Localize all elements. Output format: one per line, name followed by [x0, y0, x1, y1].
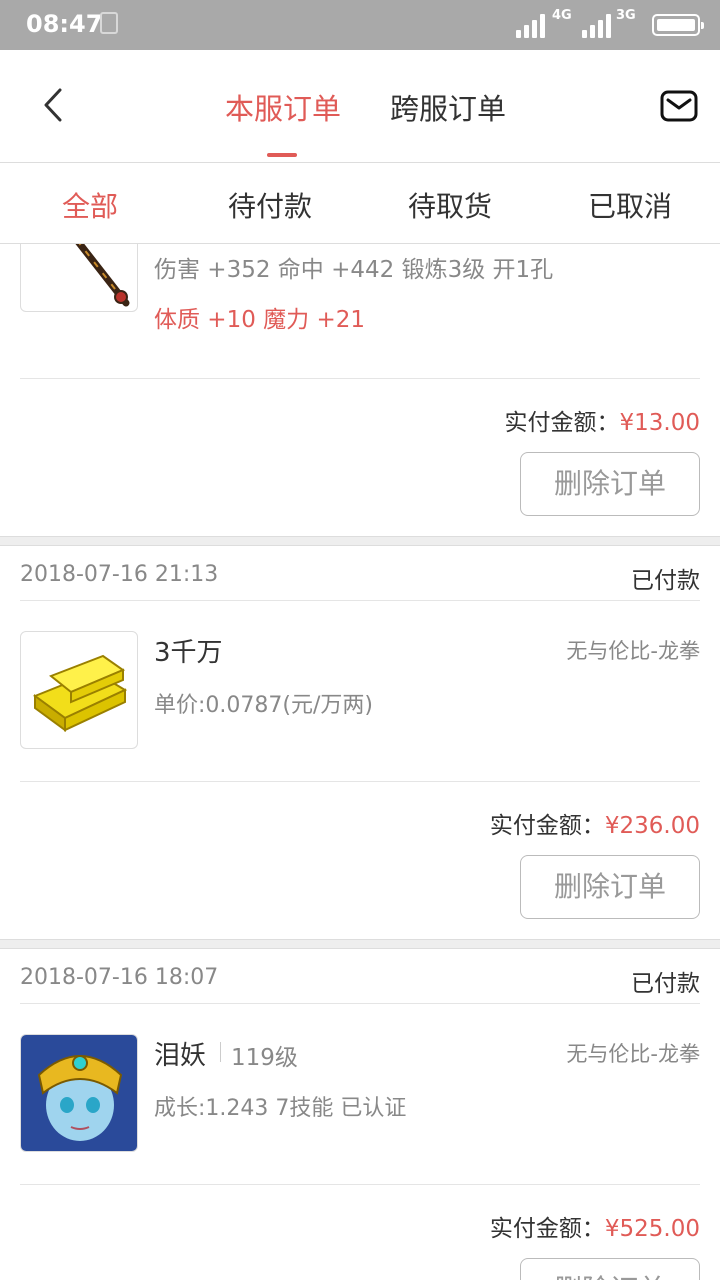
paid-amount-label: 实付金额： [489, 813, 605, 839]
top-nav: 本服订单 跨服订单 [0, 50, 720, 163]
paid-amount-value: ¥525.00 [604, 1216, 700, 1242]
filter-pending-payment[interactable]: 待付款 [180, 185, 360, 225]
paid-amount-label: 实付金额： [489, 1216, 605, 1242]
order-item-name: 泪妖 [154, 1041, 207, 1071]
active-tab-indicator [267, 153, 297, 157]
divider [20, 781, 700, 782]
back-arrow-icon[interactable] [40, 88, 72, 122]
order-separator [0, 536, 720, 546]
network-type-label: 4G [552, 8, 572, 23]
order-list[interactable]: 伤害 +352 命中 +442 锻炼3级 开1孔 体质 +10 魔力 +21 实… [0, 244, 720, 1280]
order-item-name: 3千万 [154, 638, 223, 668]
divider [20, 378, 700, 379]
screenshot-icon [100, 12, 118, 34]
paid-amount-label: 实付金额： [504, 410, 620, 436]
order-item-level: 119级 [231, 1045, 298, 1071]
order-status-filter: 全部 待付款 待取货 已取消 [0, 163, 720, 244]
filter-pending-pickup[interactable]: 待取货 [360, 185, 540, 225]
gold-ingot-image [32, 654, 128, 732]
order-detail: 单价:0.0787(元/万两) [154, 693, 373, 718]
divider [20, 1003, 700, 1004]
character-portrait-image [21, 1035, 137, 1151]
order-thumbnail-gold[interactable] [20, 631, 138, 749]
paid-amount-value: ¥13.00 [619, 410, 700, 436]
order-detail: 成长:1.243 7技能 已认证 [154, 1096, 407, 1121]
signal-icon [516, 12, 550, 38]
order-status-badge: 已付款 [631, 971, 700, 997]
order-separator [0, 939, 720, 949]
paid-amount-value: ¥236.00 [604, 813, 700, 839]
signal-icon-2 [582, 12, 616, 38]
tab-cross-server-orders[interactable]: 跨服订单 [390, 86, 506, 128]
name-level-divider [220, 1042, 221, 1062]
network-type-label-2: 3G [616, 8, 636, 23]
weapon-image [75, 244, 130, 307]
delete-order-button[interactable]: 删除订单 [520, 1258, 700, 1280]
delete-order-button[interactable]: 删除订单 [520, 452, 700, 516]
tab-local-orders[interactable]: 本服订单 [225, 86, 341, 128]
battery-icon [652, 14, 704, 36]
order-thumbnail-weapon[interactable] [20, 244, 138, 312]
order-date: 2018-07-16 18:07 [20, 965, 219, 990]
order-server-name: 无与伦比-龙拳 [566, 639, 700, 663]
filter-all[interactable]: 全部 [0, 185, 180, 225]
order-thumbnail-character[interactable] [20, 1034, 138, 1152]
order-bonus-attributes: 体质 +10 魔力 +21 [154, 307, 366, 333]
order-server-name: 无与伦比-龙拳 [566, 1042, 700, 1066]
order-status-badge: 已付款 [631, 568, 700, 594]
mail-icon[interactable] [660, 90, 698, 122]
divider [20, 600, 700, 601]
status-bar: 08:47 4G 3G [0, 0, 720, 50]
divider [20, 1184, 700, 1185]
paid-amount-row: 实付金额：¥13.00 [505, 403, 700, 437]
status-time: 08:47 [26, 10, 103, 38]
filter-cancelled[interactable]: 已取消 [540, 185, 720, 225]
order-attributes: 伤害 +352 命中 +442 锻炼3级 开1孔 [154, 257, 554, 283]
delete-order-button[interactable]: 删除订单 [520, 855, 700, 919]
paid-amount-row: 实付金额：¥525.00 [490, 1209, 700, 1243]
order-date: 2018-07-16 21:13 [20, 562, 219, 587]
paid-amount-row: 实付金额：¥236.00 [490, 806, 700, 840]
